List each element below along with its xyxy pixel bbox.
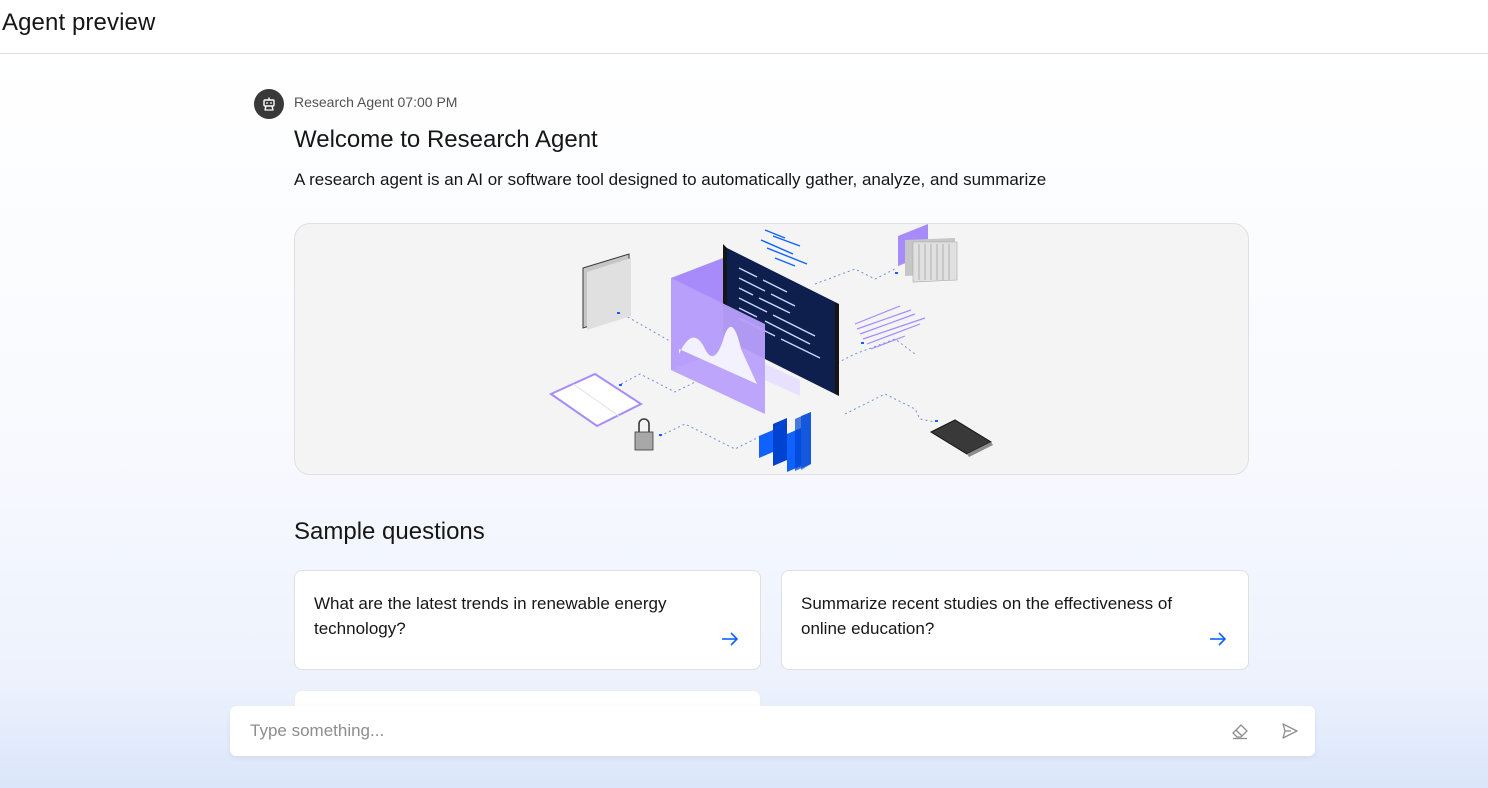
chat-area: Research Agent 07:00 PM Welcome to Resea… — [0, 54, 1488, 788]
agent-avatar — [254, 89, 284, 119]
sample-questions-title: Sample questions — [294, 518, 485, 545]
arrow-right-icon — [722, 632, 739, 646]
message-meta: Research Agent 07:00 PM — [294, 94, 457, 110]
research-illustration — [294, 223, 1249, 475]
page-title: Agent preview — [2, 9, 156, 36]
chat-input-bar — [230, 706, 1315, 756]
message-time: 07:00 PM — [397, 94, 458, 110]
sample-question-text: What are the latest trends in renewable … — [314, 594, 667, 638]
send-icon[interactable] — [1280, 721, 1300, 741]
arrow-right-icon — [1210, 632, 1227, 646]
top-bar: Agent preview — [0, 0, 1488, 54]
sample-question-card[interactable]: Summarize recent studies on the effectiv… — [781, 570, 1249, 670]
eraser-icon[interactable] — [1230, 721, 1250, 741]
robot-icon — [263, 97, 275, 111]
sample-question-text: Summarize recent studies on the effectiv… — [801, 594, 1173, 638]
welcome-description: A research agent is an AI or software to… — [294, 170, 1047, 189]
message-input[interactable] — [250, 719, 1190, 743]
illustration-graphic — [548, 224, 993, 472]
sample-question-card[interactable]: What are the latest trends in renewable … — [294, 570, 761, 670]
sender-name: Research Agent — [294, 94, 394, 110]
welcome-title: Welcome to Research Agent — [294, 126, 598, 153]
